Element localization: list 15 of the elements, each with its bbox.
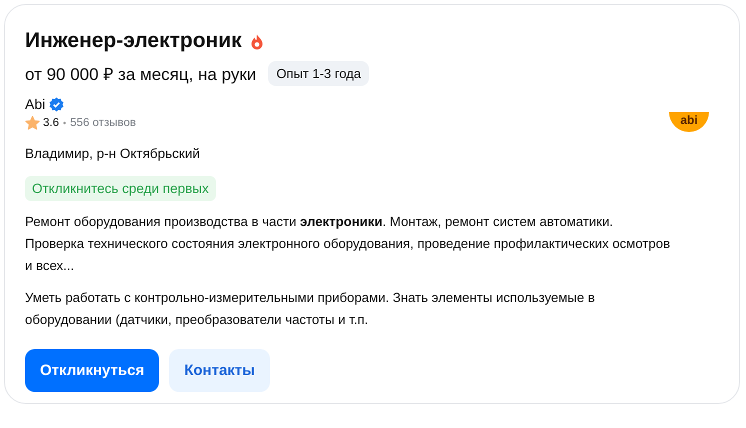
description-text: Ремонт оборудования производства в части электроники. Монтаж, ремонт систем автоматики. Проверка технического состояния электронного оборудования, проведение профилактических осмотров и всех... — [25, 213, 672, 275]
salary-text: от 90 000 ₽ за месяц, на руки — [25, 64, 256, 85]
experience-tag: Опыт 1-3 года — [268, 61, 369, 86]
early-response-badge: Откликнитесь среди первых — [25, 176, 216, 201]
reviews-link[interactable]: 556 отзывов — [70, 117, 136, 129]
company-name[interactable]: Abi — [25, 96, 46, 112]
star-icon — [25, 116, 40, 130]
vacancy-title[interactable]: Инженер-электроник — [25, 29, 242, 53]
description-text: Уметь работать с контрольно-измерительными приборами. Знать элементы используемые в оборудовании (датчики, преобразователи частоты и т.п. — [25, 289, 596, 329]
separator-dot: • — [63, 118, 66, 128]
company-logo: abi — [669, 112, 709, 132]
respond-button[interactable]: Откликнуться — [25, 349, 160, 392]
location-text: Владимир, р-н Октябрьский — [25, 146, 201, 161]
rating-value: 3.6 — [43, 117, 59, 129]
contacts-button[interactable]: Контакты — [169, 349, 270, 392]
